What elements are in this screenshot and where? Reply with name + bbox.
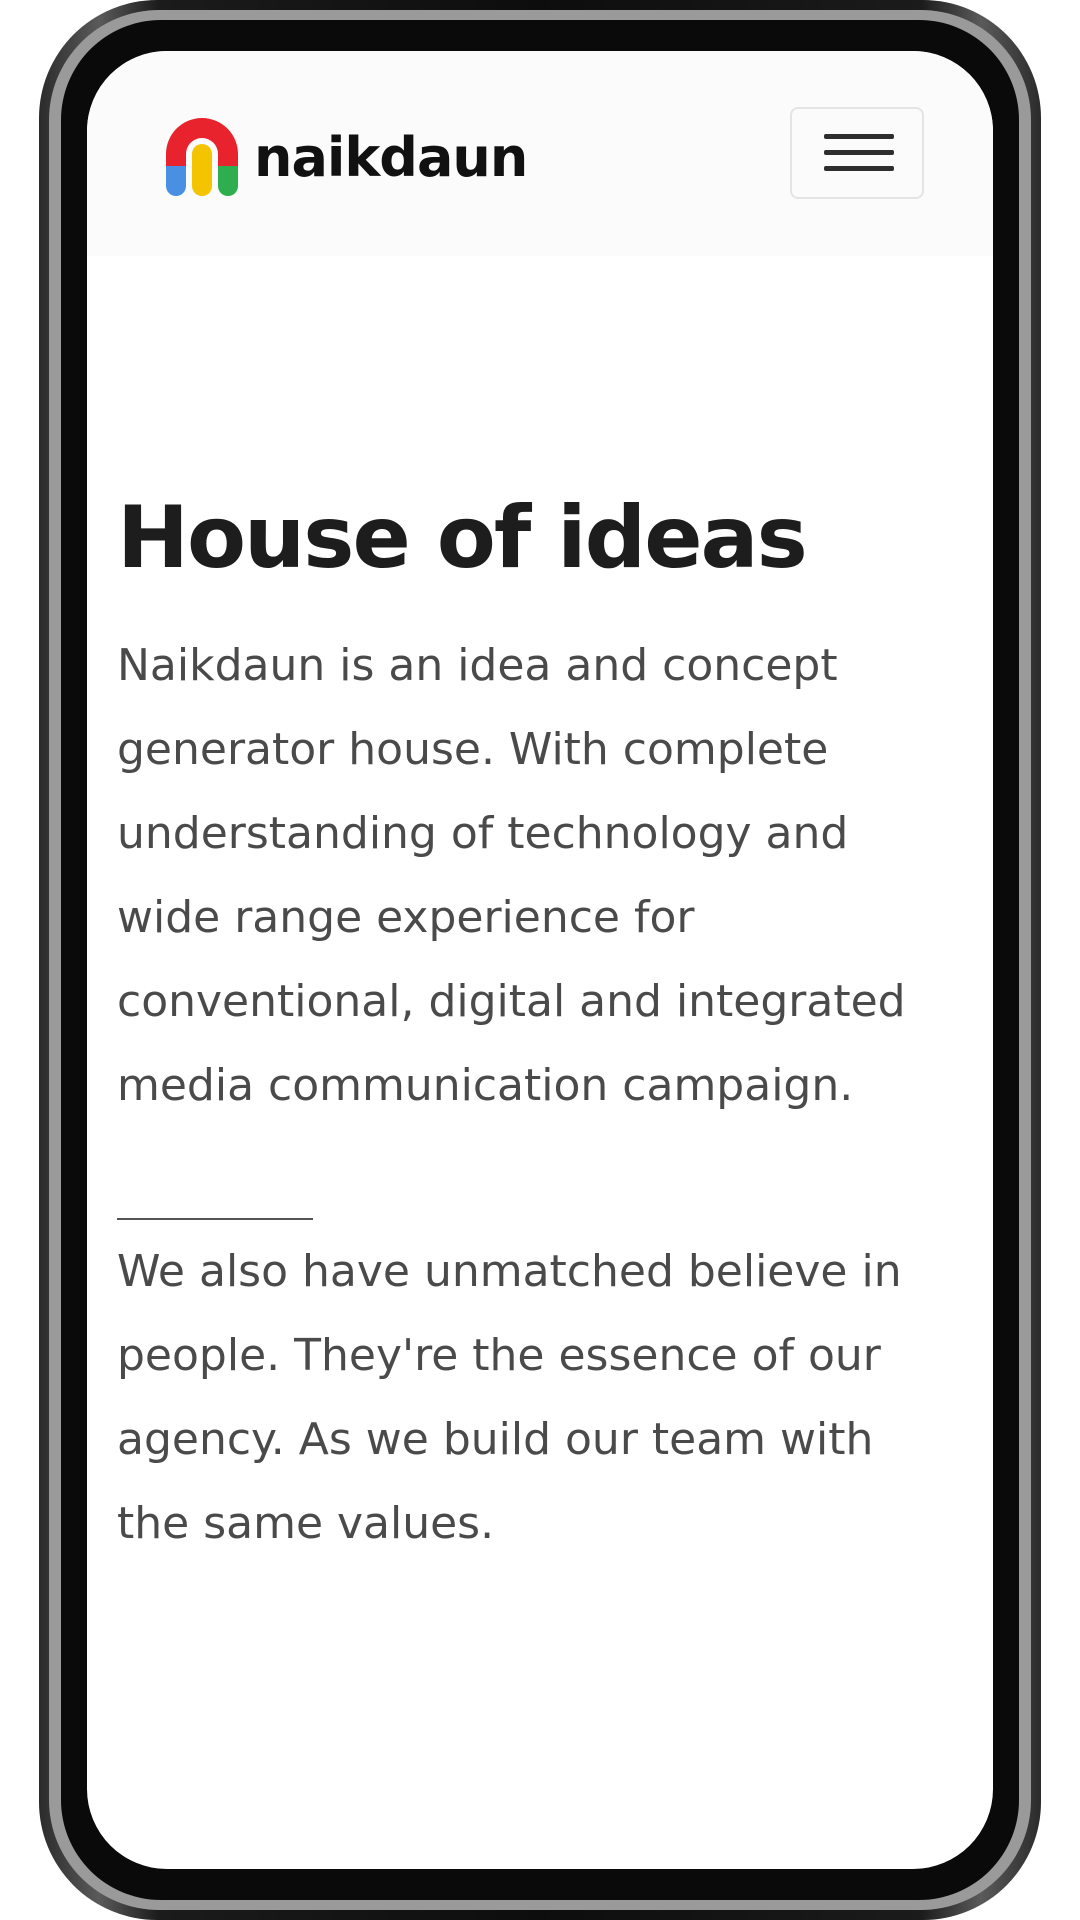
hamburger-bar-bottom xyxy=(824,166,894,171)
naikdaun-arch-logo-icon xyxy=(166,118,238,196)
page-canvas: naikdaun House of ideas Naikdaun is an i… xyxy=(0,0,1080,1920)
section-divider xyxy=(117,1217,313,1220)
intro-paragraph: Naikdaun is an idea and concept generato… xyxy=(117,639,906,1111)
brand-name: naikdaun xyxy=(254,126,528,189)
phone-screen: naikdaun House of ideas Naikdaun is an i… xyxy=(87,51,993,1869)
people-paragraph: We also have unmatched believe in people… xyxy=(117,1245,902,1549)
menu-toggle-button[interactable] xyxy=(790,107,924,199)
hamburger-bar-top xyxy=(824,134,894,139)
page-title: House of ideas xyxy=(117,488,808,588)
brand-link[interactable]: naikdaun xyxy=(164,113,528,203)
hero-section: House of ideas Naikdaun is an idea and c… xyxy=(117,491,937,1566)
hamburger-bar-middle xyxy=(824,150,894,155)
navbar: naikdaun xyxy=(87,51,993,256)
